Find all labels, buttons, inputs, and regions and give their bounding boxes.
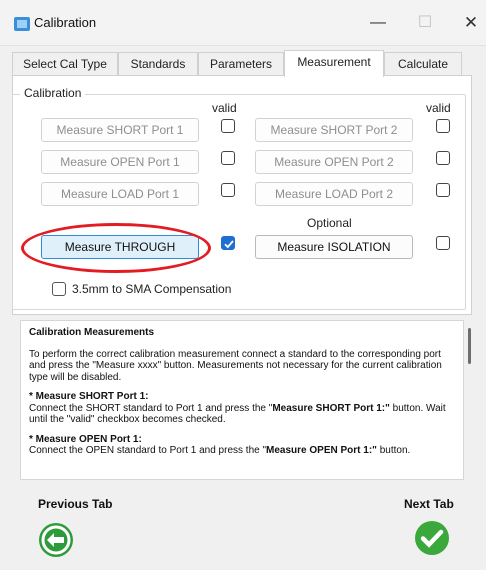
- maximize-button[interactable]: ☐: [410, 10, 440, 36]
- next-tab-button[interactable]: [414, 520, 450, 556]
- help-heading: Calibration Measurements: [29, 327, 155, 338]
- window-title: Calibration: [34, 15, 97, 30]
- compensation-label: 3.5mm to SMA Compensation: [72, 282, 232, 296]
- through-valid-checkbox[interactable]: [221, 236, 235, 250]
- help-text-panel[interactable]: Calibration Measurements To perform the …: [20, 320, 464, 480]
- tab-parameters[interactable]: Parameters: [198, 52, 284, 76]
- calibration-app-icon: [14, 17, 30, 31]
- short-port2-valid-checkbox[interactable]: [436, 119, 450, 133]
- short-port1-valid-checkbox[interactable]: [221, 119, 235, 133]
- highlight-ring-annotation: [21, 223, 211, 273]
- help-scrollbar[interactable]: [468, 328, 471, 364]
- open-port1-valid-checkbox[interactable]: [221, 151, 235, 165]
- help-section-open-port1: * Measure OPEN Port 1: Connect the OPEN …: [29, 434, 454, 457]
- measure-open-port1-button[interactable]: Measure OPEN Port 1: [41, 150, 199, 174]
- help-open-port1-text-b: Measure OPEN Port 1:": [266, 445, 377, 456]
- load-port1-valid-checkbox[interactable]: [221, 183, 235, 197]
- minimize-button[interactable]: —: [363, 10, 393, 36]
- load-port2-valid-checkbox[interactable]: [436, 183, 450, 197]
- measure-isolation-button[interactable]: Measure ISOLATION: [255, 235, 413, 259]
- help-open-port1-text-a: Connect the OPEN standard to Port 1 and …: [29, 445, 267, 456]
- next-tab-label: Next Tab: [404, 497, 454, 511]
- tab-select-cal-type[interactable]: Select Cal Type: [12, 52, 118, 76]
- measure-short-port2-button[interactable]: Measure SHORT Port 2: [255, 118, 413, 142]
- measure-open-port2-button[interactable]: Measure OPEN Port 2: [255, 150, 413, 174]
- previous-tab-button[interactable]: [38, 522, 74, 558]
- help-open-port1-title: * Measure OPEN Port 1:: [29, 433, 142, 445]
- checkmark-icon: [224, 240, 234, 249]
- measure-load-port2-button[interactable]: Measure LOAD Port 2: [255, 182, 413, 206]
- help-short-port1-text-b: Measure SHORT Port 1:": [272, 402, 390, 414]
- tab-standards[interactable]: Standards: [118, 52, 198, 76]
- measure-short-port1-button[interactable]: Measure SHORT Port 1: [41, 118, 199, 142]
- close-button[interactable]: ✕: [456, 10, 486, 36]
- valid-header-port1: valid: [212, 101, 237, 115]
- help-short-port1-text-a: Connect the SHORT standard to Port 1 and…: [29, 402, 273, 414]
- compensation-checkbox[interactable]: [52, 282, 66, 296]
- open-port2-valid-checkbox[interactable]: [436, 151, 450, 165]
- help-intro: To perform the correct calibration measu…: [29, 348, 442, 383]
- optional-label: Optional: [307, 216, 352, 230]
- title-bar: Calibration — ☐ ✕: [0, 0, 486, 46]
- tab-measurement[interactable]: Measurement: [284, 50, 384, 77]
- help-section-short-port1: * Measure SHORT Port 1: Connect the SHOR…: [29, 391, 454, 426]
- previous-tab-label: Previous Tab: [38, 497, 113, 511]
- valid-header-port2: valid: [426, 101, 451, 115]
- help-open-port1-text-c: button.: [376, 445, 411, 456]
- measure-load-port1-button[interactable]: Measure LOAD Port 1: [41, 182, 199, 206]
- tab-calculate[interactable]: Calculate: [384, 52, 462, 76]
- help-short-port1-title: * Measure SHORT Port 1:: [29, 391, 149, 402]
- isolation-valid-checkbox[interactable]: [436, 236, 450, 250]
- calibration-group-label: Calibration: [20, 86, 86, 100]
